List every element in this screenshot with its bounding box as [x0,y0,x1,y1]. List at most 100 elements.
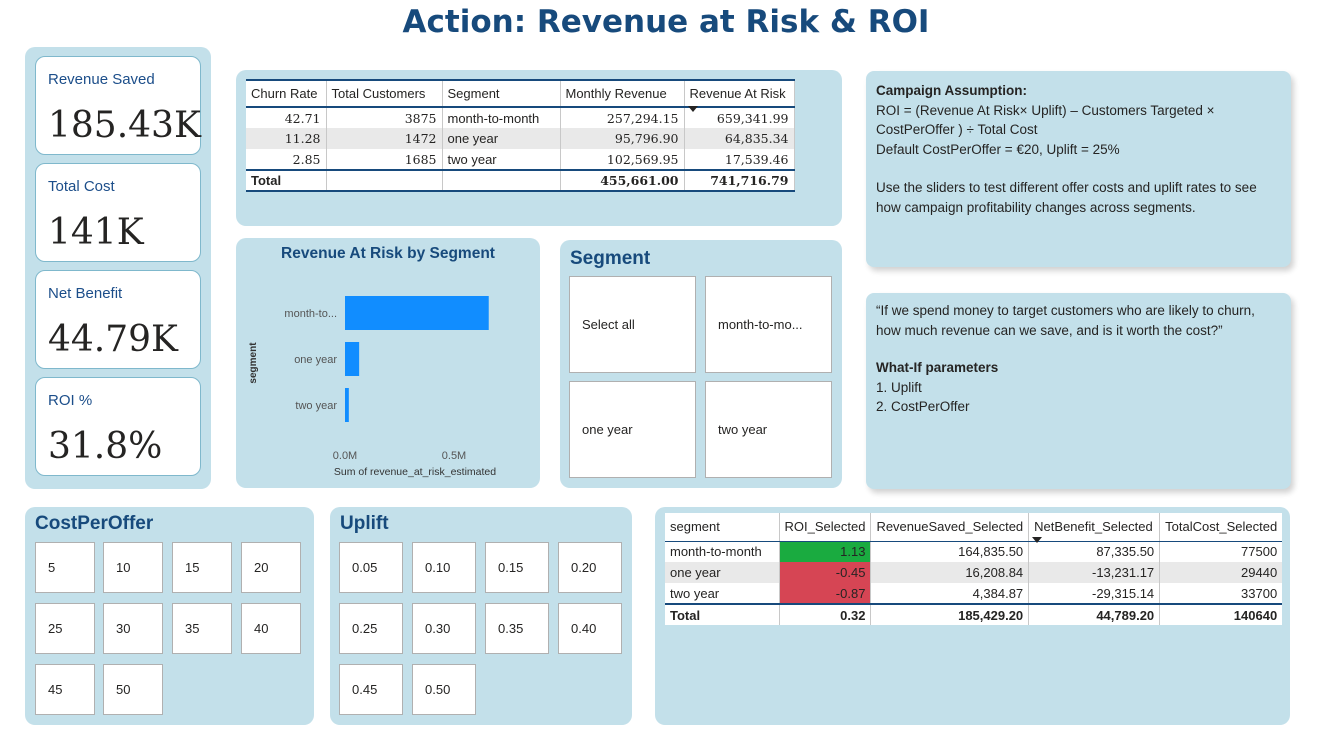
y-tick-label: one year [294,354,337,366]
cost-option[interactable]: 30 [103,603,163,654]
table-cell: 1472 [326,128,443,149]
table-row[interactable]: 11.28 1472 one year 95,796.90 64,835.34 [246,128,795,149]
column-header[interactable]: RevenueSaved_Selected [870,513,1030,542]
total-roi: 0.32 [779,603,872,625]
table-cell: month-to-month [665,541,780,562]
x-tick-label: 0.5M [442,450,466,462]
total-label: Total [665,603,780,625]
bar[interactable] [345,342,360,376]
column-header[interactable]: Churn Rate [246,79,327,108]
uplift-option[interactable]: 0.10 [412,542,476,593]
table-cell: two year [442,149,561,170]
uplift-option[interactable]: 0.15 [485,542,549,593]
segment-option-month-to-month[interactable]: month-to-mo... [705,276,832,373]
revenue-at-risk-bar-chart[interactable]: segment Sum of revenue_at_risk_estimated… [236,238,540,488]
uplift-option[interactable]: 0.40 [558,603,622,654]
uplift-option[interactable]: 0.05 [339,542,403,593]
y-tick-label: two year [295,400,337,412]
bar[interactable] [345,296,489,330]
table-cell: 33700 [1159,583,1283,604]
total-revenue-saved: 185,429.20 [870,603,1030,625]
column-header[interactable]: segment [665,513,780,542]
cost-option[interactable]: 35 [172,603,232,654]
cost-option[interactable]: 45 [35,664,95,715]
bar[interactable] [345,388,349,422]
table-row[interactable]: month-to-month 1.13 164,835.50 87,335.50… [665,541,1283,562]
table-cell: 11.28 [246,128,327,149]
table-cell: 17,539.46 [684,149,795,170]
table-cell: -13,231.17 [1028,562,1161,583]
uplift-option[interactable]: 0.30 [412,603,476,654]
campaign-assumption-box: Campaign Assumption: ROI = (Revenue At R… [866,71,1291,267]
assumption-instructions: Use the sliders to test different offer … [876,180,1257,215]
table-total-row: Total 455,661.00 741,716.79 [246,169,795,192]
kpi-value: 31.8% [48,426,163,467]
column-header-label: Revenue At Risk [689,86,786,101]
uplift-option[interactable]: 0.45 [339,664,403,715]
question-text: “If we spend money to target customers w… [876,303,1255,338]
total-monthly-revenue: 455,661.00 [560,169,685,192]
table-total-row: Total 0.32 185,429.20 44,789.20 140640 [665,603,1283,625]
uplift-option[interactable]: 0.25 [339,603,403,654]
y-axis-label: segment [248,342,259,384]
kpi-label: Total Cost [48,178,115,195]
roi-cell-negative: -0.45 [779,562,872,583]
table-cell: one year [665,562,780,583]
roi-table[interactable]: segment ROI_Selected RevenueSaved_Select… [665,513,1283,625]
table-row[interactable]: one year -0.45 16,208.84 -13,231.17 2944… [665,562,1283,583]
segment-option-one-year[interactable]: one year [569,381,696,478]
table-cell: 16,208.84 [870,562,1030,583]
table-cell: two year [665,583,780,604]
column-header[interactable]: ROI_Selected [779,513,872,542]
column-header-label: NetBenefit_Selected [1034,519,1153,535]
roi-table-panel: segment ROI_Selected RevenueSaved_Select… [655,507,1290,725]
column-header-sorted[interactable]: Revenue At Risk [684,79,795,112]
table-cell: 2.85 [246,149,327,170]
table-cell: 42.71 [246,107,327,128]
sort-descending-icon [687,106,698,112]
segment-option-two-year[interactable]: two year [705,381,832,478]
param-uplift: 1. Uplift [876,379,922,395]
segment-option-select-all[interactable]: Select all [569,276,696,373]
uplift-option[interactable]: 0.35 [485,603,549,654]
uplift-option[interactable]: 0.20 [558,542,622,593]
kpi-card-net-benefit: Net Benefit 44.79K [35,270,201,369]
assumption-formula: ROI = (Revenue At Risk× Uplift) – Custom… [876,102,1215,138]
segment-table[interactable]: Churn Rate Total Customers Segment Month… [246,79,795,192]
x-axis-label: Sum of revenue_at_risk_estimated [334,466,496,478]
costperoffer-slicer-panel: CostPerOffer 5 10 15 20 25 30 35 40 45 5… [25,507,314,725]
table-cell: 64,835.34 [684,128,795,149]
uplift-option[interactable]: 0.50 [412,664,476,715]
table-row[interactable]: 42.71 3875 month-to-month 257,294.15 659… [246,107,795,128]
column-header[interactable]: Segment [442,79,561,108]
cost-option[interactable]: 10 [103,542,163,593]
kpi-label: ROI % [48,392,93,409]
uplift-slicer-title: Uplift [340,513,389,534]
table-row[interactable]: two year -0.87 4,384.87 -29,315.14 33700 [665,583,1283,604]
x-tick-label: 0.0M [333,450,357,462]
table-cell [442,169,561,192]
segment-table-panel: Churn Rate Total Customers Segment Month… [236,70,842,226]
total-label: Total [246,169,327,192]
column-header[interactable]: TotalCost_Selected [1159,513,1283,542]
assumption-heading: Campaign Assumption: [876,83,1028,98]
cost-option[interactable]: 20 [241,542,301,593]
column-header[interactable]: Monthly Revenue [560,79,685,108]
kpi-card-revenue-saved: Revenue Saved 185.43K [35,56,201,155]
table-cell [326,169,443,192]
table-cell: 4,384.87 [870,583,1030,604]
cost-option[interactable]: 40 [241,603,301,654]
table-cell: 87,335.50 [1028,541,1161,562]
page-title: Action: Revenue at Risk & ROI [402,4,930,40]
cost-option[interactable]: 25 [35,603,95,654]
column-header[interactable]: Total Customers [326,79,443,108]
kpi-value: 185.43K [48,105,201,146]
cost-option[interactable]: 5 [35,542,95,593]
column-header-sorted[interactable]: NetBenefit_Selected [1028,513,1161,543]
table-cell: 1685 [326,149,443,170]
cost-option[interactable]: 50 [103,664,163,715]
cost-option[interactable]: 15 [172,542,232,593]
table-cell: month-to-month [442,107,561,128]
params-heading: What-If parameters [876,360,999,375]
table-row[interactable]: 2.85 1685 two year 102,569.95 17,539.46 [246,149,795,170]
